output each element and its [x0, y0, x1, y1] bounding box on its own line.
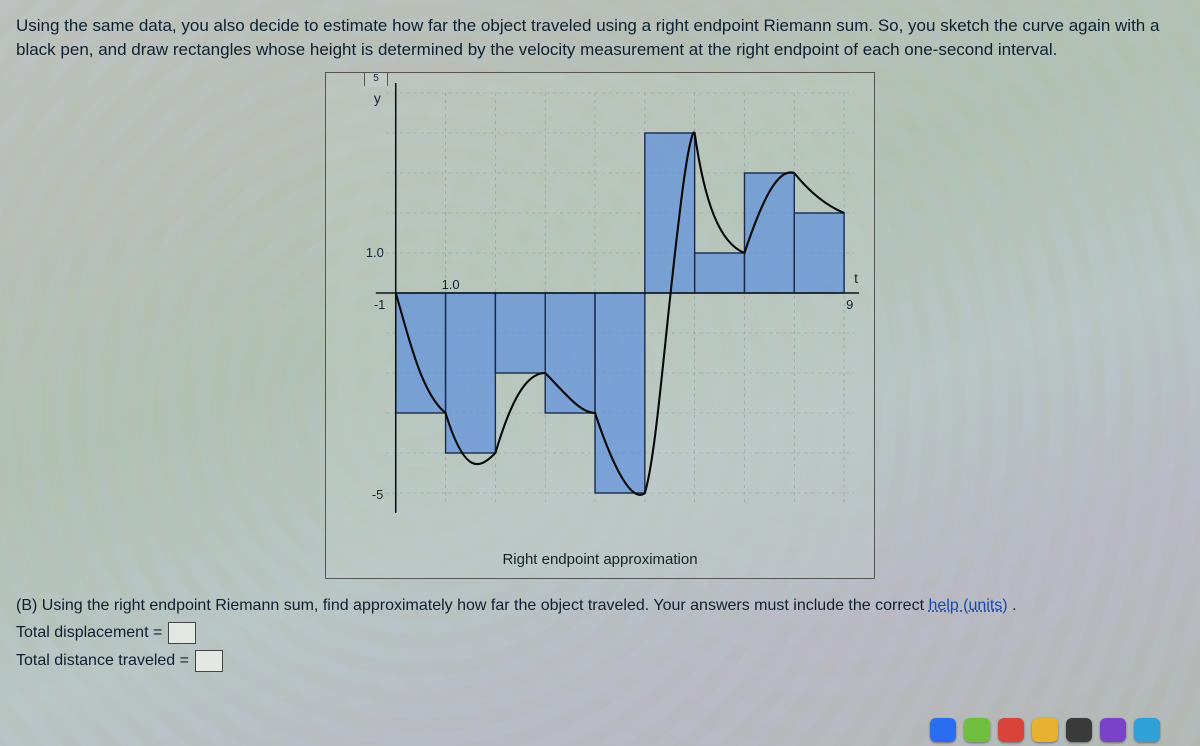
x-axis-label: t [854, 270, 858, 286]
y-axis-label: y [374, 90, 381, 106]
total-displacement-input[interactable] [168, 622, 196, 644]
dock-hint [920, 716, 1170, 746]
x-origin-tick: 1.0 [442, 277, 460, 292]
y-tick-neg5: -5 [372, 487, 384, 502]
question-prompt: (B) Using the right endpoint Riemann sum… [16, 597, 928, 614]
y-tick-1: 1.0 [366, 245, 384, 260]
question-prompt-suffix: . [1012, 597, 1016, 614]
help-units-link[interactable]: help (units) [928, 597, 1007, 614]
chart-caption: Right endpoint approximation [326, 543, 874, 578]
neg-one-tick: -1 [374, 297, 386, 312]
chart-plot: y 1.0 -1 -5 1.0 9 t [326, 73, 874, 543]
intro-text: Using the same data, you also decide to … [16, 14, 1184, 62]
question-block: (B) Using the right endpoint Riemann sum… [16, 593, 1184, 674]
chart-frame: 5 [325, 72, 875, 579]
x-right-tick: 9 [846, 297, 853, 312]
total-distance-input[interactable] [195, 650, 223, 672]
total-displacement-label: Total displacement = [16, 620, 162, 646]
total-distance-label: Total distance traveled = [16, 648, 189, 674]
